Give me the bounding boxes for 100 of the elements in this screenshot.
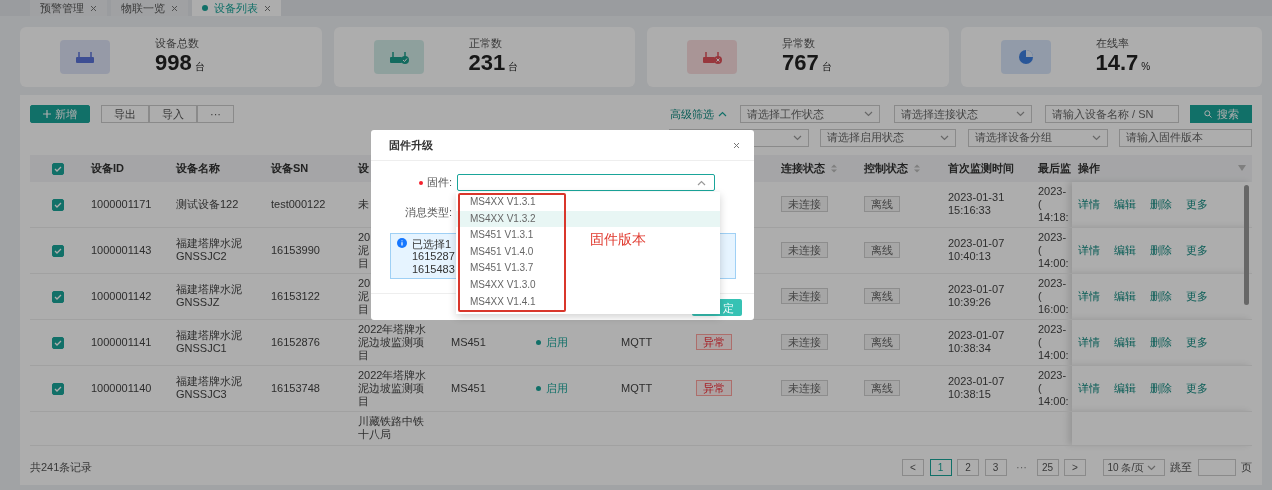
table-cell: 2023-( 16:00: bbox=[1038, 276, 1069, 315]
jump-label: 跳至 bbox=[1170, 460, 1192, 476]
alert-text: 已选择1 1615287 1615483 bbox=[412, 237, 455, 274]
action-link[interactable]: 编辑 bbox=[1114, 335, 1136, 348]
status-tag: 离线 bbox=[864, 288, 900, 304]
firmware-select[interactable] bbox=[457, 174, 715, 191]
action-link[interactable]: 更多 bbox=[1186, 289, 1208, 302]
select-field[interactable]: 请选择工作状态 bbox=[740, 105, 880, 123]
table-cell: 2023-( 14:18: bbox=[1038, 184, 1069, 223]
table-cell: 未 bbox=[358, 197, 369, 211]
select-field[interactable]: 请选择设备分组 bbox=[967, 128, 1108, 147]
action-link[interactable]: 详情 bbox=[1078, 381, 1100, 394]
action-link[interactable]: 删除 bbox=[1150, 335, 1172, 348]
action-link[interactable]: 更多 bbox=[1186, 335, 1208, 348]
close-icon bbox=[90, 4, 97, 12]
table-cell: 2023-01-07 10:39:26 bbox=[948, 283, 1005, 308]
action-link[interactable]: 编辑 bbox=[1114, 289, 1136, 302]
table-cell: 20 bbox=[358, 276, 371, 290]
tab[interactable]: 物联一览 bbox=[111, 0, 188, 16]
table-cell: 福建塔牌水泥 GNSSJZ bbox=[176, 283, 242, 308]
chevron-down-icon bbox=[1015, 111, 1025, 117]
table-cell: 2023-( 14:00: bbox=[1038, 322, 1069, 361]
checkbox[interactable] bbox=[51, 162, 64, 175]
dropdown-option[interactable]: MS451 V1.3.7 bbox=[456, 260, 580, 277]
action-link[interactable]: 删除 bbox=[1150, 381, 1172, 394]
page-size-select[interactable]: 10 条/页 bbox=[1102, 459, 1165, 476]
tab[interactable]: 预警管理 bbox=[30, 0, 107, 16]
dropdown-option[interactable]: MS4XX V1.3.0 bbox=[456, 276, 580, 294]
dropdown-option[interactable]: MS451 V1.4.0 bbox=[456, 243, 580, 261]
column-header: 首次监测时间 bbox=[948, 160, 1014, 176]
chevron-down-icon bbox=[940, 134, 949, 141]
table-cell: 福建塔牌水泥 GNSSJC2 bbox=[176, 237, 242, 262]
chevron-down-icon bbox=[792, 134, 802, 141]
table-cell: 泥 bbox=[358, 289, 369, 303]
action-link[interactable]: 删除 bbox=[1150, 289, 1172, 302]
router-check-icon bbox=[387, 49, 410, 65]
table-cell: 目 bbox=[358, 256, 369, 270]
action-link[interactable]: 编辑 bbox=[1114, 197, 1136, 210]
tab[interactable]: 设备列表 bbox=[192, 0, 281, 16]
toolbar-button[interactable]: 导入 bbox=[149, 105, 197, 123]
checkbox[interactable] bbox=[51, 336, 64, 349]
table-cell: 泥 bbox=[358, 243, 369, 257]
checkbox[interactable] bbox=[51, 198, 64, 211]
action-link[interactable]: 详情 bbox=[1078, 243, 1100, 256]
action-link[interactable]: 删除 bbox=[1150, 243, 1172, 256]
action-link[interactable]: 详情 bbox=[1078, 335, 1100, 348]
annotation-label: 固件版本 bbox=[590, 230, 646, 249]
checkbox[interactable] bbox=[51, 244, 64, 257]
status-text: 启用 bbox=[546, 381, 568, 394]
page-button[interactable]: 1 bbox=[929, 459, 952, 476]
action-link[interactable]: 更多 bbox=[1186, 381, 1208, 394]
check-icon bbox=[53, 293, 62, 300]
dialog-title: 固件升级 bbox=[389, 137, 433, 153]
status-dot-icon bbox=[536, 386, 541, 392]
action-link[interactable]: 删除 bbox=[1150, 197, 1172, 210]
input-field[interactable]: 请输入设备名称 / SN bbox=[1045, 105, 1179, 123]
status-tag: 未连接 bbox=[781, 288, 828, 304]
action-link[interactable]: 详情 bbox=[1078, 197, 1100, 210]
input-field[interactable]: 请输入固件版本 bbox=[1119, 128, 1252, 147]
dropdown-option[interactable]: MS451 V1.3.1 bbox=[456, 227, 580, 244]
page-button[interactable]: 25 bbox=[1036, 459, 1059, 476]
status-text: 启用 bbox=[546, 335, 568, 348]
next-page-button[interactable]: > bbox=[1064, 459, 1086, 476]
checkbox[interactable] bbox=[51, 290, 64, 303]
page-button[interactable]: 3 bbox=[984, 459, 1007, 476]
scrollbar-thumb[interactable] bbox=[1244, 184, 1249, 305]
toolbar-button[interactable]: 导出 bbox=[101, 105, 149, 123]
action-link[interactable]: 编辑 bbox=[1114, 243, 1136, 256]
select-field[interactable]: 请选择启用状态 bbox=[820, 128, 956, 147]
column-header: 控制状态 bbox=[864, 160, 908, 176]
table-cell: 目 bbox=[358, 302, 369, 316]
action-link[interactable]: 更多 bbox=[1186, 197, 1208, 210]
add-button[interactable]: 新增 bbox=[30, 105, 90, 123]
close-icon[interactable] bbox=[733, 142, 740, 150]
status-tag: 未连接 bbox=[781, 196, 828, 212]
checkbox[interactable] bbox=[51, 382, 64, 395]
pagination-ellipsis: ··· bbox=[1015, 460, 1028, 476]
select-field[interactable]: 请选择连接状态 bbox=[893, 105, 1032, 123]
stat-value: 767 bbox=[782, 50, 819, 76]
status-tag: 未连接 bbox=[781, 242, 828, 258]
page-button[interactable]: 2 bbox=[957, 459, 979, 476]
toolbar-button[interactable]: ··· bbox=[197, 105, 234, 123]
search-button[interactable]: 搜索 bbox=[1190, 105, 1252, 123]
table-cell: 1000001140 bbox=[91, 381, 152, 394]
plus-icon bbox=[43, 110, 51, 118]
table-cell: 16152876 bbox=[271, 335, 320, 348]
status-tag: 未连接 bbox=[781, 334, 828, 350]
action-link[interactable]: 编辑 bbox=[1114, 381, 1136, 394]
stat-value: 231 bbox=[468, 50, 506, 76]
check-icon bbox=[53, 165, 62, 172]
stat-unit: 台 bbox=[821, 61, 832, 73]
status-tag: 未连接 bbox=[781, 380, 828, 396]
action-link[interactable]: 详情 bbox=[1078, 289, 1100, 302]
prev-page-button[interactable]: < bbox=[902, 459, 924, 476]
stat-value: 14.7 bbox=[1095, 50, 1139, 76]
action-link[interactable]: 更多 bbox=[1186, 243, 1208, 256]
advanced-filter-toggle[interactable]: 高级筛选 bbox=[669, 105, 727, 123]
page-jump-field[interactable] bbox=[1197, 459, 1236, 476]
dropdown-option[interactable]: MS4XX V1.3.2 bbox=[456, 210, 720, 228]
status-tag: 离线 bbox=[864, 242, 900, 258]
